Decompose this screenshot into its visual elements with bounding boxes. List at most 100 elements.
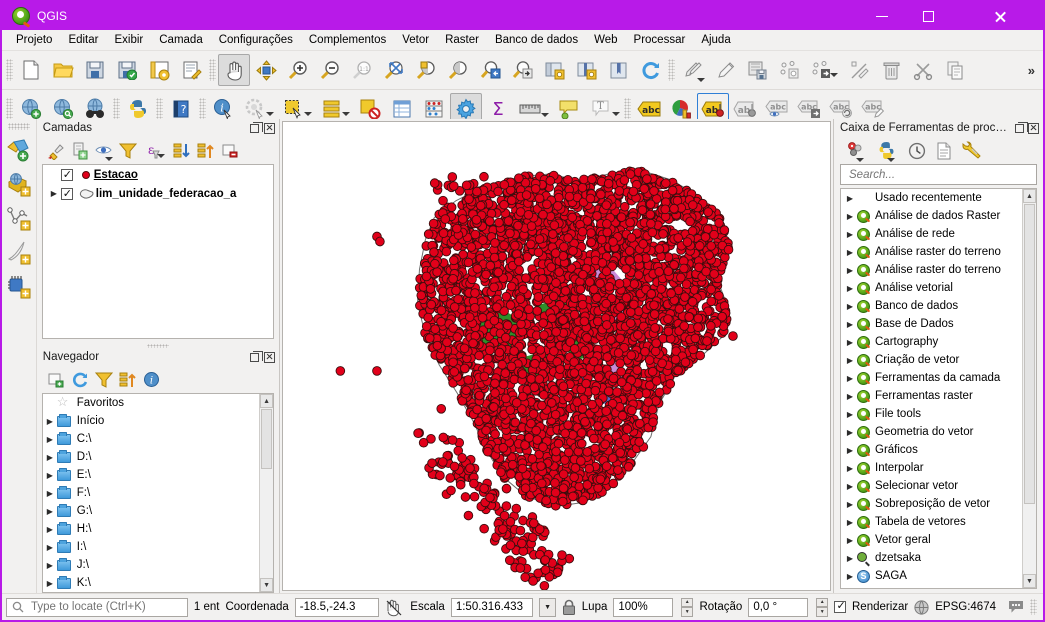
expand-arrow-icon[interactable] <box>843 230 857 239</box>
scale-field[interactable]: 1:50.316.433 <box>450 597 534 617</box>
browser-item-h[interactable]: H:\ <box>43 520 258 538</box>
scroll-down-button[interactable] <box>1023 574 1036 588</box>
toolbar-grip[interactable] <box>6 98 13 120</box>
chevron-down-icon[interactable] <box>266 112 274 116</box>
layer-row-lim-unidade-federacao[interactable]: lim_unidade_federacao_a <box>43 184 273 203</box>
expand-arrow-icon[interactable] <box>43 543 57 552</box>
expand-arrow-icon[interactable] <box>43 507 57 516</box>
chevron-down-icon[interactable] <box>856 157 864 162</box>
filter-legend-button[interactable] <box>117 140 139 162</box>
processing-algorithms-tree[interactable]: Usado recentemente Análise de dados Rast… <box>840 188 1037 589</box>
add-virtual-layer-button[interactable] <box>3 269 35 303</box>
expand-arrow-icon[interactable] <box>843 410 857 419</box>
messages-icon[interactable] <box>1008 600 1024 614</box>
browser-item-favoritos[interactable]: Favoritos <box>43 394 258 412</box>
toggle-editing-button[interactable] <box>709 54 741 86</box>
expand-arrow-icon[interactable] <box>843 428 857 437</box>
menu-complementos[interactable]: Complementos <box>301 32 394 48</box>
globe-icon[interactable] <box>914 599 929 615</box>
expand-arrow-icon[interactable] <box>843 572 857 581</box>
locator-bar[interactable] <box>6 597 188 617</box>
close-panel-button[interactable] <box>263 351 276 364</box>
move-feature-button[interactable] <box>805 54 838 86</box>
proc-item-graficos[interactable]: Gráficos <box>843 441 1021 459</box>
expand-arrow-icon[interactable] <box>43 579 57 588</box>
manage-map-themes-button[interactable] <box>93 140 115 162</box>
chevron-down-icon[interactable] <box>156 153 165 158</box>
minimize-button[interactable] <box>859 2 905 30</box>
crs-label[interactable]: EPSG:4674 <box>935 601 996 613</box>
maximize-button[interactable] <box>905 2 951 30</box>
toolbar-grip[interactable] <box>199 98 206 120</box>
filter-legend-expression-button[interactable]: ε <box>141 140 165 162</box>
proc-item-interpolar[interactable]: Interpolar <box>843 459 1021 477</box>
show-properties-button[interactable]: i <box>141 369 163 391</box>
chevron-down-icon[interactable] <box>612 112 620 116</box>
expand-arrow-icon[interactable] <box>843 320 857 329</box>
proc-item-analise-vetorial[interactable]: Análise vetorial <box>843 279 1021 297</box>
proc-item-criacao-de-vetor[interactable]: Criação de vetor <box>843 351 1021 369</box>
proc-item-vetor-geral[interactable]: Vetor geral <box>843 531 1021 549</box>
expand-arrow-icon[interactable] <box>843 374 857 383</box>
expand-arrow-icon[interactable] <box>843 500 857 509</box>
chevron-down-icon[interactable] <box>830 73 838 77</box>
menu-exibir[interactable]: Exibir <box>106 32 151 48</box>
proc-item-ferramentas-raster[interactable]: Ferramentas raster <box>843 387 1021 405</box>
cut-features-button[interactable] <box>907 54 939 86</box>
menu-configuracoes[interactable]: Configurações <box>211 32 301 48</box>
expand-arrow-icon[interactable] <box>43 471 57 480</box>
expand-arrow-icon[interactable] <box>43 435 57 444</box>
expand-arrow-icon[interactable] <box>843 446 857 455</box>
pan-to-selection-button[interactable] <box>250 54 282 86</box>
menu-ajuda[interactable]: Ajuda <box>693 32 738 48</box>
vertex-tool-button[interactable] <box>843 54 875 86</box>
layers-tree[interactable]: Estacao lim_unidade_federacao_a <box>41 164 275 339</box>
expand-all-button[interactable] <box>171 140 193 162</box>
expand-arrow-icon[interactable] <box>43 453 57 462</box>
refresh-button[interactable] <box>69 369 91 391</box>
processing-scrollbar[interactable] <box>1022 189 1036 588</box>
layout-manager-button[interactable] <box>175 54 207 86</box>
proc-item-tabela-de-vetores[interactable]: Tabela de vetores <box>843 513 1021 531</box>
toolbar-grip[interactable] <box>113 98 120 120</box>
toolbar-grip[interactable] <box>624 98 631 120</box>
proc-item-base-de-dados[interactable]: Base de Dados <box>843 315 1021 333</box>
menu-vetor[interactable]: Vetor <box>394 32 437 48</box>
proc-item-analise-raster-terreno-2[interactable]: Análise raster do terreno <box>843 261 1021 279</box>
add-selected-layers-button[interactable] <box>45 369 67 391</box>
scroll-thumb[interactable] <box>261 409 273 469</box>
expand-arrow-icon[interactable] <box>43 561 57 570</box>
proc-item-usado-recentemente[interactable]: Usado recentemente <box>843 189 1021 207</box>
proc-item-sobreposicao-de-vetor[interactable]: Sobreposição de vetor <box>843 495 1021 513</box>
models-button[interactable] <box>844 140 866 162</box>
menu-projeto[interactable]: Projeto <box>8 32 60 48</box>
layer-visibility-checkbox[interactable] <box>60 187 73 200</box>
processing-search-input[interactable] <box>847 167 1036 182</box>
menu-web[interactable]: Web <box>586 32 625 48</box>
toolbar-overflow-button[interactable]: » <box>1028 63 1035 78</box>
browser-tree[interactable]: Favoritos Início C:\ <box>41 393 275 593</box>
options-button[interactable] <box>960 140 982 162</box>
toolbar-grip[interactable] <box>6 59 13 81</box>
expand-arrow-icon[interactable] <box>843 482 857 491</box>
toolbar-grip[interactable] <box>668 59 675 81</box>
browser-scrollbar[interactable] <box>259 394 274 592</box>
expand-arrow-icon[interactable] <box>843 266 857 275</box>
expand-arrow-icon[interactable] <box>43 489 57 498</box>
expand-arrow-icon[interactable] <box>843 302 857 311</box>
menu-processar[interactable]: Processar <box>626 32 694 48</box>
expand-arrow-icon[interactable] <box>843 536 857 545</box>
add-mesh-layer-button[interactable] <box>3 201 35 235</box>
toolbar-grip[interactable] <box>7 123 30 130</box>
save-project-button[interactable] <box>79 54 111 86</box>
float-panel-button[interactable] <box>248 350 264 364</box>
proc-item-selecionar-vetor[interactable]: Selecionar vetor <box>843 477 1021 495</box>
browser-item-k[interactable]: K:\ <box>43 574 258 592</box>
magnifier-stepper[interactable]: ▲ ▼ <box>681 597 694 617</box>
chevron-down-icon[interactable] <box>887 157 895 162</box>
zoom-full-button[interactable] <box>378 54 410 86</box>
browser-item-inicio[interactable]: Início <box>43 412 258 430</box>
new-print-layout-button[interactable] <box>143 54 175 86</box>
zoom-to-selection-button[interactable] <box>410 54 442 86</box>
browser-item-f[interactable]: F:\ <box>43 484 258 502</box>
